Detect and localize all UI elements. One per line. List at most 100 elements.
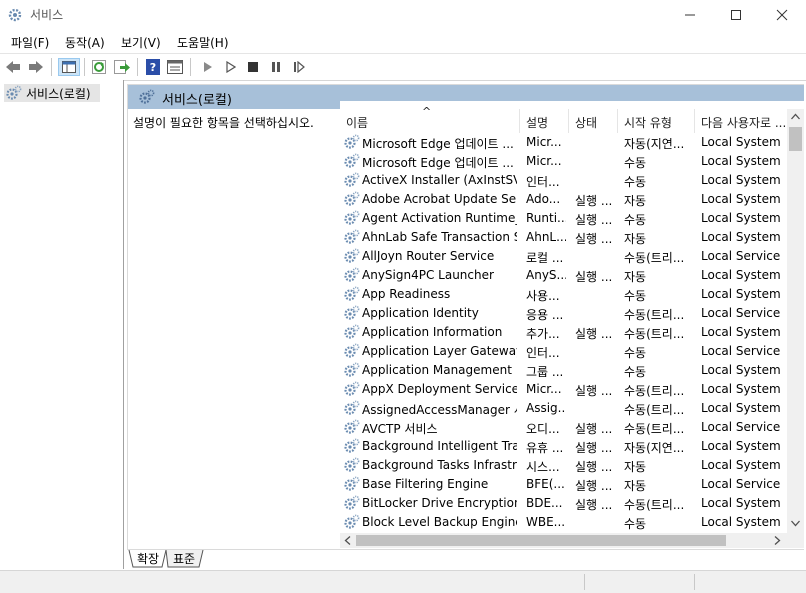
service-row[interactable]: Application Information 추가... 실행 ... 수동(트리.…: [340, 323, 786, 342]
service-row[interactable]: Background Tasks Infrastru... 시스... 실행 ...…: [340, 456, 786, 475]
service-row[interactable]: AllJoyn Router Service 로컬 ... 수동(트리... Loca…: [340, 247, 786, 266]
forward-button[interactable]: [27, 58, 45, 76]
service-log-on-as: Local Service: [701, 477, 781, 491]
service-log-on-as: Local Service: [701, 249, 781, 263]
maximize-button[interactable]: [713, 0, 759, 30]
service-name: Application Layer Gateway ...: [362, 344, 517, 358]
minimize-button[interactable]: [667, 0, 713, 30]
service-row[interactable]: Agent Activation Runtime_... Runti... 실행 .…: [340, 209, 786, 228]
close-button[interactable]: [759, 0, 805, 30]
gear-icon: [344, 362, 360, 377]
tab-standard[interactable]: 표준: [169, 550, 199, 567]
tab-extended[interactable]: 확장: [133, 550, 163, 567]
service-description: Micr...: [526, 135, 562, 149]
column-header-status[interactable]: 상태: [575, 114, 597, 131]
back-button[interactable]: [4, 58, 22, 76]
service-startup-type: 자동: [624, 460, 647, 474]
export-list-button[interactable]: [113, 58, 131, 76]
service-row[interactable]: ActiveX Installer (AxInstSV) 인터... 수동 Local…: [340, 171, 786, 190]
gear-icon: [344, 267, 360, 282]
start-service-alt-button[interactable]: [222, 58, 240, 76]
toolbar: ?: [0, 53, 806, 81]
service-name: AnySign4PC Launcher: [362, 268, 494, 282]
service-startup-type: 수동(트리...: [624, 403, 685, 417]
service-row[interactable]: AVCTP 서비스 오디... 실행 ... 수동(트리... Local Servic…: [340, 418, 786, 437]
service-row[interactable]: App Readiness 사용... 수동 Local System: [340, 285, 786, 304]
service-name: Background Tasks Infrastru...: [362, 458, 517, 472]
gear-icon: [344, 305, 360, 320]
horizontal-scroll-thumb[interactable]: [356, 535, 726, 546]
refresh-button[interactable]: [90, 58, 108, 76]
service-description: Micr...: [526, 382, 562, 396]
service-log-on-as: Local System: [701, 325, 781, 339]
menu-help[interactable]: 도움말(H): [177, 34, 229, 51]
service-row[interactable]: Adobe Acrobat Update Ser... Ado... 실행 ... 자…: [340, 190, 786, 209]
column-header-startup-type[interactable]: 시작 유형: [624, 114, 672, 131]
service-row[interactable]: AnySign4PC Launcher AnyS... 실행 ... 자동 Local …: [340, 266, 786, 285]
stop-service-button[interactable]: [244, 58, 262, 76]
panel-header-title: 서비스(로컬): [162, 93, 232, 108]
service-name: Application Identity: [362, 306, 479, 320]
gear-icon: [6, 85, 22, 100]
console-tree-icon: [62, 61, 76, 73]
service-log-on-as: Local System: [701, 363, 781, 377]
service-startup-type: 수동: [624, 175, 647, 189]
menu-view[interactable]: 보기(V): [121, 34, 161, 51]
column-header-name[interactable]: 이름: [346, 114, 368, 131]
service-status: 실행 ...: [575, 441, 613, 455]
service-row[interactable]: Microsoft Edge 업데이트 ... Micr... 수동 Local Sy…: [340, 152, 786, 171]
service-row[interactable]: BitLocker Drive Encryption ... BDE... 실행 .…: [340, 494, 786, 513]
service-status: 실행 ...: [575, 213, 613, 227]
scroll-up-icon[interactable]: [791, 113, 800, 121]
minimize-icon: [685, 14, 695, 16]
properties-button[interactable]: [166, 58, 184, 76]
vertical-scroll-thumb[interactable]: [789, 127, 802, 151]
column-header-description[interactable]: 설명: [526, 114, 548, 131]
service-row[interactable]: Block Level Backup Engine ... WBE... 수동 Loc…: [340, 513, 786, 532]
service-row[interactable]: Background Intelligent Tra... 유휴 ... 실행 ..…: [340, 437, 786, 456]
scroll-right-icon[interactable]: [773, 536, 781, 545]
menu-file[interactable]: 파일(F): [11, 34, 49, 51]
gear-icon: [344, 324, 360, 339]
service-log-on-as: Local Service: [701, 306, 781, 320]
menu-action[interactable]: 동작(A): [65, 34, 105, 51]
scroll-left-icon[interactable]: [344, 536, 352, 545]
gear-icon: [344, 191, 360, 206]
tree-node-services-local[interactable]: 서비스(로컬): [4, 84, 100, 102]
service-row[interactable]: AssignedAccessManager 서... Assig... 수동(트리.…: [340, 399, 786, 418]
pause-service-button[interactable]: [267, 58, 285, 76]
service-startup-type: 수동: [624, 517, 647, 531]
restart-service-button[interactable]: [290, 58, 308, 76]
service-name: AVCTP 서비스: [362, 422, 438, 436]
service-startup-type: 자동: [624, 232, 647, 246]
service-startup-type: 수동: [624, 346, 647, 360]
service-description: 시스...: [526, 460, 560, 474]
column-header-log-on-as[interactable]: 다음 사용자로 ...: [701, 114, 787, 131]
scroll-down-icon[interactable]: [791, 519, 800, 527]
service-startup-type: 자동: [624, 479, 647, 493]
service-startup-type: 수동(트리...: [624, 251, 685, 265]
service-row[interactable]: Microsoft Edge 업데이트 ... Micr... 자동(지연... Lo…: [340, 133, 786, 152]
show-console-tree-button[interactable]: [58, 58, 80, 76]
service-row[interactable]: AhnLab Safe Transaction S... AhnL... 실행 ..…: [340, 228, 786, 247]
service-description: AnyS...: [526, 268, 566, 282]
start-service-button[interactable]: [199, 58, 217, 76]
service-startup-type: 자동: [624, 270, 647, 284]
service-name: BitLocker Drive Encryption ...: [362, 496, 517, 510]
service-log-on-as: Local Service: [701, 344, 781, 358]
service-status: 실행 ...: [575, 498, 613, 512]
service-log-on-as: Local System: [701, 211, 781, 225]
service-log-on-as: Local System: [701, 458, 781, 472]
status-bar: [0, 570, 806, 593]
service-row[interactable]: Application Identity 응용 ... 수동(트리... Local …: [340, 304, 786, 323]
service-row[interactable]: Base Filtering Engine BFE(... 실행 ... 자동 Loca…: [340, 475, 786, 494]
service-log-on-as: Local System: [701, 515, 781, 529]
help-button[interactable]: ?: [144, 58, 162, 76]
service-row[interactable]: Application Management 그룹 ... 수동 Local Syst…: [340, 361, 786, 380]
service-row[interactable]: Application Layer Gateway ... 인터... 수동 Loca…: [340, 342, 786, 361]
gear-icon: [139, 89, 155, 104]
tree-node-label: 서비스(로컬): [26, 86, 91, 101]
vertical-scrollbar[interactable]: [787, 109, 804, 533]
service-row[interactable]: AppX Deployment Service ... Micr... 실행 ...…: [340, 380, 786, 399]
service-status: 실행 ...: [575, 194, 613, 208]
